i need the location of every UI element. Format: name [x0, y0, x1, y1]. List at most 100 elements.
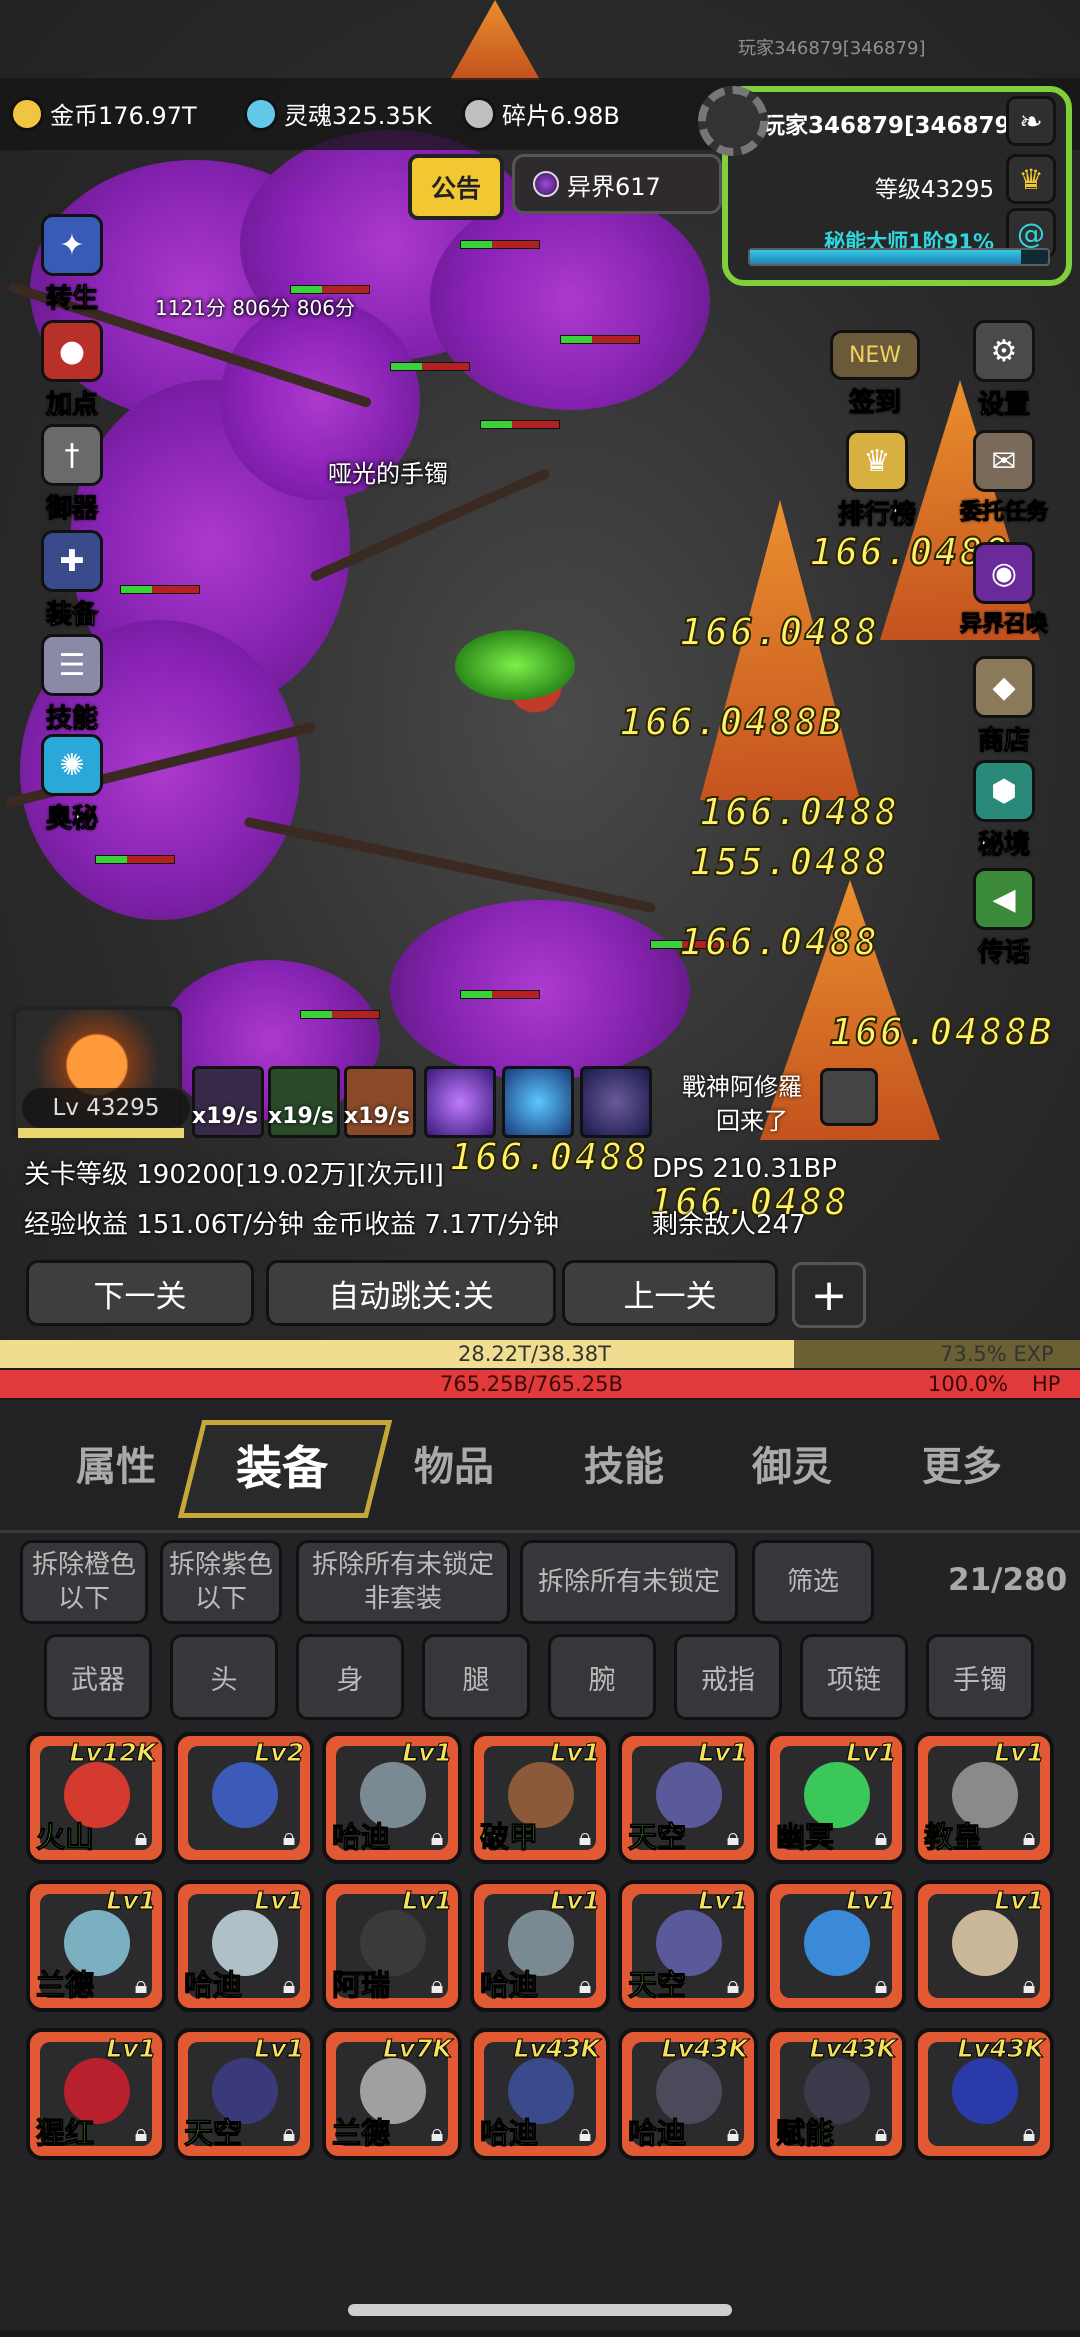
skill-slot-5[interactable]: [502, 1066, 574, 1138]
menu-signin[interactable]: NEW 签到: [820, 330, 930, 419]
equipment-item[interactable]: Lv1 🔒︎: [766, 1880, 906, 2012]
slot-filter-body[interactable]: 身: [296, 1634, 404, 1720]
leaf-icon[interactable]: ❧: [1006, 96, 1056, 146]
slot-filter-head[interactable]: 头: [170, 1634, 278, 1720]
equipment-item[interactable]: Lv1 🔒︎: [914, 1880, 1054, 2012]
equipment-item[interactable]: Lv1 哈迪 🔒︎: [322, 1732, 462, 1864]
lock-icon[interactable]: 🔒︎: [720, 1970, 746, 2000]
lock-icon[interactable]: 🔒︎: [572, 1970, 598, 2000]
slot-filter-wrist[interactable]: 腕: [548, 1634, 656, 1720]
menu-add-points[interactable]: ● 加点: [22, 320, 122, 421]
lock-icon[interactable]: 🔒︎: [276, 1822, 302, 1852]
settings-gear-icon[interactable]: [698, 86, 768, 156]
dismantle-purple-button[interactable]: 拆除紫色 以下: [160, 1540, 282, 1624]
equipment-item[interactable]: Lv1 阿瑞 🔒︎: [322, 1880, 462, 2012]
menu-message[interactable]: ◀ 传话: [952, 868, 1056, 969]
menu-skills[interactable]: ☰ 技能: [22, 634, 122, 735]
slot-filter-legs[interactable]: 腿: [422, 1634, 530, 1720]
otherworld-button[interactable]: 异界617: [512, 154, 722, 214]
menu-mystery[interactable]: ✺ 奥秘: [22, 734, 122, 835]
equipment-item[interactable]: Lv12K 火山 🔒︎: [26, 1732, 166, 1864]
item-name: 教皇: [923, 1820, 983, 1855]
skill-slot-6[interactable]: [580, 1066, 652, 1138]
equipment-item[interactable]: Lv7K 兰德 🔒︎: [322, 2028, 462, 2160]
tab-equipment[interactable]: 装备: [236, 1432, 328, 1498]
equipment-item[interactable]: Lv43K 哈迪 🔒︎: [470, 2028, 610, 2160]
profile-panel[interactable]: 玩家346879[346879] ❧ 等级43295 ♛ 秘能大师1阶91% @: [722, 86, 1072, 286]
menu-equipment[interactable]: ✚ 装备: [22, 530, 122, 631]
lock-icon[interactable]: 🔒︎: [128, 2118, 154, 2148]
item-level: Lv1: [106, 2034, 157, 2064]
lock-icon[interactable]: 🔒︎: [868, 1822, 894, 1852]
tab-items[interactable]: 物品: [414, 1434, 494, 1492]
tab-attributes[interactable]: 属性: [76, 1434, 156, 1492]
equipment-item[interactable]: Lv2 🔒︎: [174, 1732, 314, 1864]
equipment-item[interactable]: Lv1 天空 🔒︎: [618, 1880, 758, 2012]
slot-filter-necklace[interactable]: 项链: [800, 1634, 908, 1720]
equipment-item[interactable]: Lv1 教皇 🔒︎: [914, 1732, 1054, 1864]
prev-stage-button[interactable]: 上一关: [562, 1260, 778, 1326]
menu-secret-realm[interactable]: ⬢ 秘境: [952, 760, 1056, 861]
equipment-item[interactable]: Lv43K 🔒︎: [914, 2028, 1054, 2160]
lock-icon[interactable]: 🔒︎: [276, 2118, 302, 2148]
hp-text: 765.25B/765.25B: [440, 1372, 623, 1396]
dismantle-orange-button[interactable]: 拆除橙色 以下: [20, 1540, 148, 1624]
tab-more[interactable]: 更多: [922, 1434, 1002, 1492]
menu-rebirth[interactable]: ✦ 转生: [22, 214, 122, 315]
menu-leaderboard[interactable]: ♛ 排行榜: [822, 430, 932, 531]
lock-icon[interactable]: 🔒︎: [1016, 2118, 1042, 2148]
expand-plus-button[interactable]: +: [792, 1262, 866, 1328]
equipment-item[interactable]: Lv1 兰德 🔒︎: [26, 1880, 166, 2012]
lock-icon[interactable]: 🔒︎: [424, 1970, 450, 2000]
menu-otherworld-summon[interactable]: ◉ 异界召唤: [948, 542, 1060, 638]
lock-icon[interactable]: 🔒︎: [276, 1970, 302, 2000]
lock-icon[interactable]: 🔒︎: [1016, 1822, 1042, 1852]
skill-slot-4[interactable]: [424, 1066, 496, 1138]
lock-icon[interactable]: 🔒︎: [424, 1822, 450, 1852]
stage-info: 关卡等级 190200[19.02万][次元II]: [24, 1160, 444, 1190]
lock-icon[interactable]: 🔒︎: [572, 1822, 598, 1852]
menu-commission[interactable]: ✉ 委托任务: [948, 430, 1060, 526]
lock-icon[interactable]: 🔒︎: [720, 2118, 746, 2148]
equipment-item[interactable]: Lv1 哈迪 🔒︎: [470, 1880, 610, 2012]
lock-icon[interactable]: 🔒︎: [424, 2118, 450, 2148]
lock-icon[interactable]: 🔒︎: [572, 2118, 598, 2148]
tab-skills[interactable]: 技能: [584, 1434, 664, 1492]
equipment-item[interactable]: Lv1 猩红 🔒︎: [26, 2028, 166, 2160]
equipment-item[interactable]: Lv1 破甲 🔒︎: [470, 1732, 610, 1864]
lock-icon[interactable]: 🔒︎: [1016, 1970, 1042, 2000]
slot-filter-weapon[interactable]: 武器: [44, 1634, 152, 1720]
boss-icon[interactable]: [820, 1068, 878, 1126]
tab-spirits[interactable]: 御灵: [752, 1434, 832, 1492]
player-name: 玩家346879[346879]: [762, 113, 1022, 139]
slot-filter-ring[interactable]: 戒指: [674, 1634, 782, 1720]
lock-icon[interactable]: 🔒︎: [868, 2118, 894, 2148]
slot-filter-bracelet[interactable]: 手镯: [926, 1634, 1034, 1720]
equipment-item[interactable]: Lv1 天空 🔒︎: [618, 1732, 758, 1864]
home-indicator[interactable]: [348, 2304, 732, 2316]
portal-icon: [533, 171, 559, 197]
equipment-item[interactable]: Lv43K 哈迪 🔒︎: [618, 2028, 758, 2160]
auto-skip-button[interactable]: 自动跳关:关: [266, 1260, 556, 1326]
next-stage-button[interactable]: 下一关: [26, 1260, 254, 1326]
bag-count: 21/280: [948, 1562, 1068, 1598]
equipment-item[interactable]: Lv1 天空 🔒︎: [174, 2028, 314, 2160]
equipment-item[interactable]: Lv1 幽冥 🔒︎: [766, 1732, 906, 1864]
dismantle-unlocked-nonset-button[interactable]: 拆除所有未锁定 非套装: [296, 1540, 510, 1624]
menu-shop[interactable]: ◆ 商店: [952, 656, 1056, 757]
lock-icon[interactable]: 🔒︎: [128, 1822, 154, 1852]
dismantle-all-unlocked-button[interactable]: 拆除所有未锁定: [520, 1540, 738, 1624]
lock-icon[interactable]: 🔒︎: [128, 1970, 154, 2000]
equipment-item[interactable]: Lv1 哈迪 🔒︎: [174, 1880, 314, 2012]
damage-number: 166.0488: [699, 789, 900, 835]
item-drop-label[interactable]: 哑光的手镯: [328, 454, 448, 489]
menu-settings[interactable]: ⚙ 设置: [952, 320, 1056, 421]
lock-icon[interactable]: 🔒︎: [720, 1822, 746, 1852]
equipment-item[interactable]: Lv43K 赋能 🔒︎: [766, 2028, 906, 2160]
lock-icon[interactable]: 🔒︎: [868, 1970, 894, 2000]
notice-button[interactable]: 公告: [408, 154, 504, 220]
item-art-icon: [804, 1910, 870, 1976]
filter-button[interactable]: 筛选: [752, 1540, 874, 1624]
summoned-serpents: [455, 630, 575, 700]
menu-artifact[interactable]: † 御器: [22, 424, 122, 525]
